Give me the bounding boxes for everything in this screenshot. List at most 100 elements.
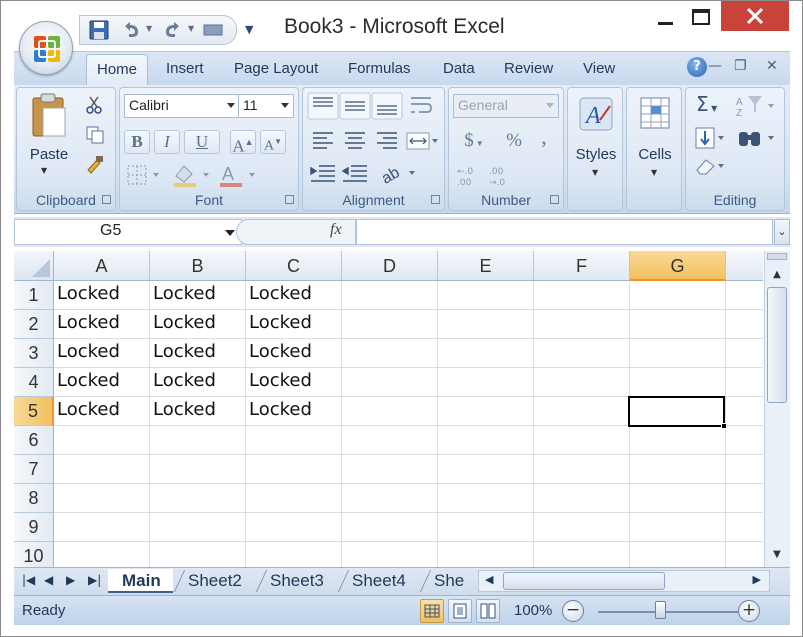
first-sheet-icon[interactable]: |◀ [22, 573, 35, 587]
help-icon[interactable]: ? [687, 57, 707, 77]
cell-B8[interactable] [150, 484, 246, 513]
sheet-tab-sheet2[interactable]: Sheet2 [174, 569, 254, 593]
scroll-left-icon[interactable]: ◀ [485, 573, 493, 586]
cell-D7[interactable] [342, 455, 438, 484]
cell-partial[interactable] [726, 513, 763, 542]
cell-D8[interactable] [342, 484, 438, 513]
orientation-icon[interactable]: ab [379, 160, 419, 186]
cell-B4[interactable]: Locked [150, 368, 246, 397]
cell-D3[interactable] [342, 339, 438, 368]
font-size-combo[interactable]: 11 [238, 94, 294, 118]
zoom-slider-thumb[interactable] [655, 601, 666, 619]
cell-G2[interactable] [630, 310, 726, 339]
cell-D2[interactable] [342, 310, 438, 339]
tab-formulas[interactable]: Formulas [348, 60, 411, 77]
zoom-level[interactable]: 100% [514, 602, 552, 619]
horizontal-align-icons[interactable] [307, 128, 403, 154]
redo-icon[interactable] [162, 20, 184, 40]
cell-B1[interactable]: Locked [150, 281, 246, 310]
font-name-combo[interactable]: Calibri [124, 94, 240, 118]
cell-E1[interactable] [438, 281, 534, 310]
column-header[interactable]: C [246, 251, 342, 281]
percent-button[interactable]: % [501, 130, 527, 154]
alignment-launcher-icon[interactable] [431, 195, 440, 204]
workbook-close-icon[interactable]: ✕ [766, 58, 778, 74]
borders-icon[interactable] [126, 164, 162, 186]
cell-C5[interactable]: Locked [246, 397, 342, 426]
sort-filter-icon[interactable]: A Z [736, 94, 780, 118]
row-header[interactable]: 4 [14, 368, 54, 397]
clipboard-launcher-icon[interactable] [102, 195, 111, 204]
cell-E5[interactable] [438, 397, 534, 426]
sheet-tab-sheet3[interactable]: Sheet3 [256, 569, 336, 593]
fill-icon[interactable] [694, 126, 728, 150]
cell-F9[interactable] [534, 513, 630, 542]
tab-page-layout[interactable]: Page Layout [234, 60, 318, 77]
cell-partial[interactable] [726, 397, 763, 426]
cell-partial[interactable] [726, 339, 763, 368]
column-header[interactable]: E [438, 251, 534, 281]
comma-button[interactable]: , [531, 126, 557, 150]
wrap-text-icon[interactable] [407, 94, 435, 118]
cell-A7[interactable] [54, 455, 150, 484]
bold-button[interactable]: B [124, 130, 150, 154]
insert-function-icon[interactable]: fx [330, 221, 342, 239]
save-icon[interactable] [88, 20, 110, 40]
cell-F5[interactable] [534, 397, 630, 426]
row-header[interactable]: 3 [14, 339, 54, 368]
vertical-scroll-thumb[interactable] [767, 287, 787, 403]
cells-group[interactable]: Cells ▼ [626, 87, 682, 211]
cell-F2[interactable] [534, 310, 630, 339]
cell-A5[interactable]: Locked [54, 397, 150, 426]
row-header[interactable]: 1 [14, 281, 54, 310]
font-size-dropdown-icon[interactable] [281, 103, 289, 108]
tab-data[interactable]: Data [443, 60, 475, 77]
paste-dropdown-icon[interactable]: ▼ [41, 166, 47, 175]
cell-G10[interactable] [630, 542, 726, 567]
cell-E7[interactable] [438, 455, 534, 484]
cell-C2[interactable]: Locked [246, 310, 342, 339]
close-button[interactable] [721, 1, 789, 31]
zoom-out-icon[interactable]: − [562, 600, 584, 622]
row-header[interactable]: 5 [14, 397, 54, 426]
cell-G6[interactable] [630, 426, 726, 455]
cell-A4[interactable]: Locked [54, 368, 150, 397]
cell-G1[interactable] [630, 281, 726, 310]
office-button[interactable] [19, 21, 73, 75]
cell-D1[interactable] [342, 281, 438, 310]
cell-A6[interactable] [54, 426, 150, 455]
row-header[interactable]: 2 [14, 310, 54, 339]
cell-C3[interactable]: Locked [246, 339, 342, 368]
cell-C9[interactable] [246, 513, 342, 542]
name-box[interactable]: G5 [14, 219, 242, 245]
next-sheet-icon[interactable]: ▶ [66, 573, 75, 587]
merge-center-icon[interactable] [405, 130, 441, 152]
grow-font-button[interactable]: A▲ [230, 130, 256, 156]
cell-D9[interactable] [342, 513, 438, 542]
cell-F1[interactable] [534, 281, 630, 310]
cell-B3[interactable]: Locked [150, 339, 246, 368]
last-sheet-icon[interactable]: ▶| [88, 573, 101, 587]
vertical-align-icons[interactable] [307, 92, 403, 120]
fill-handle[interactable] [721, 423, 727, 429]
cell-C4[interactable]: Locked [246, 368, 342, 397]
zoom-in-icon[interactable]: + [738, 600, 760, 622]
row-header[interactable]: 9 [14, 513, 54, 542]
format-painter-icon[interactable] [85, 154, 105, 174]
cell-F6[interactable] [534, 426, 630, 455]
cell-partial[interactable] [726, 542, 763, 567]
cell-G3[interactable] [630, 339, 726, 368]
column-header[interactable]: B [150, 251, 246, 281]
shrink-font-button[interactable]: A▼ [260, 130, 286, 154]
tab-view[interactable]: View [583, 60, 615, 77]
page-break-view-button[interactable] [476, 599, 500, 623]
cell-E3[interactable] [438, 339, 534, 368]
cell-E9[interactable] [438, 513, 534, 542]
row-header[interactable]: 7 [14, 455, 54, 484]
cell-E8[interactable] [438, 484, 534, 513]
cell-C10[interactable] [246, 542, 342, 567]
minimize-icon[interactable] [651, 7, 681, 31]
prev-sheet-icon[interactable]: ◀ [44, 573, 53, 587]
cell-B10[interactable] [150, 542, 246, 567]
column-header[interactable]: G [630, 251, 726, 281]
